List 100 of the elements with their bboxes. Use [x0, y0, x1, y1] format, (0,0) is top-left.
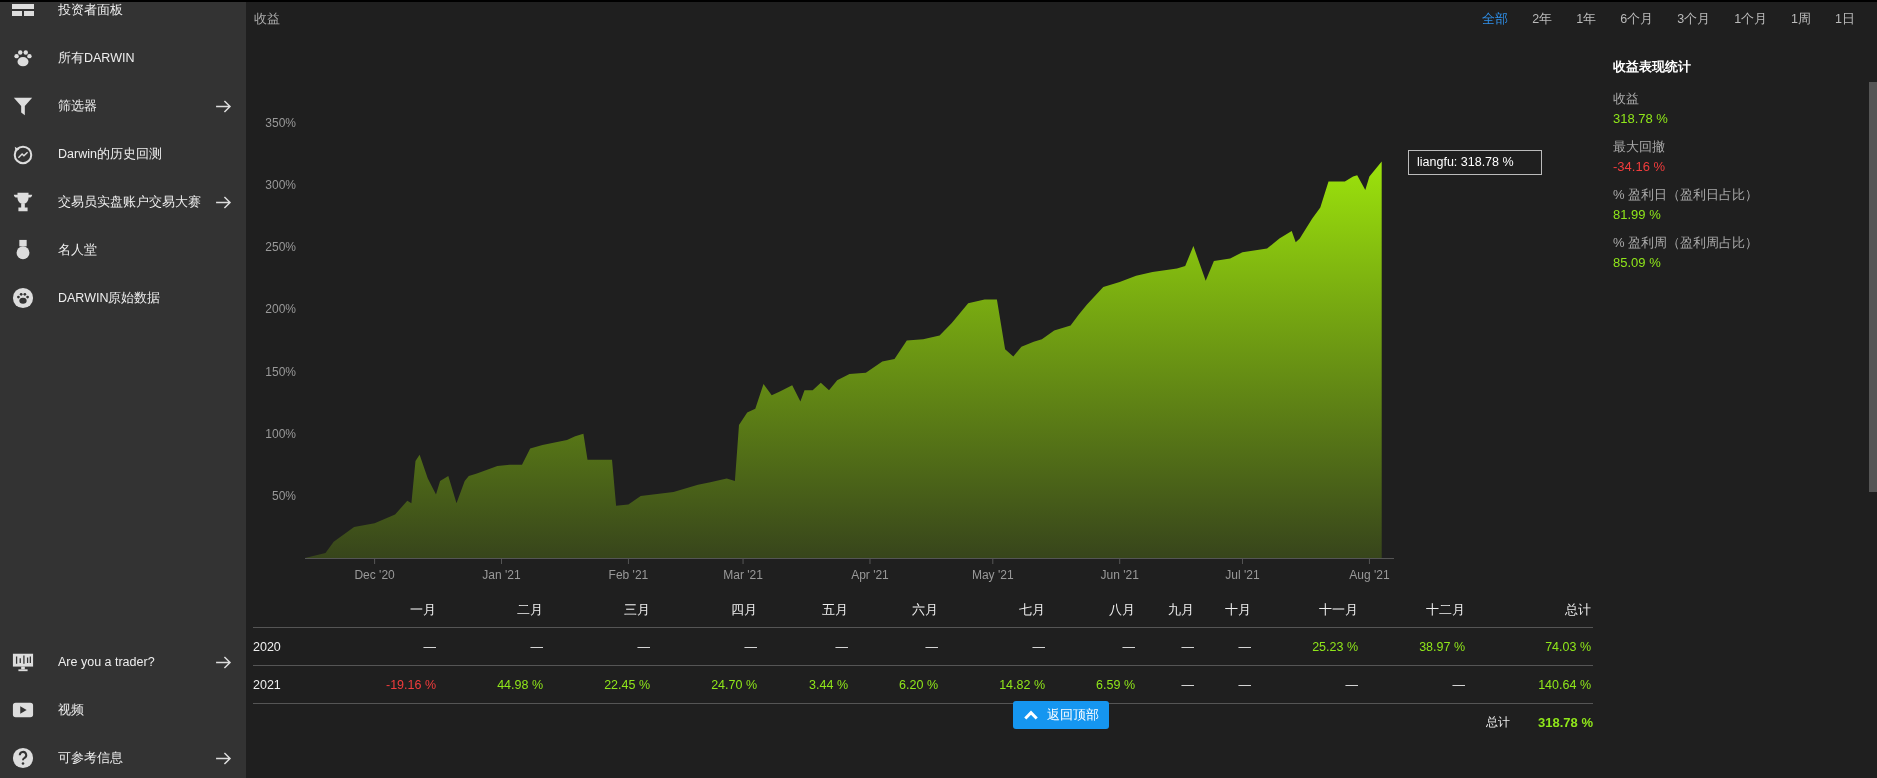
x-axis-label: May '21: [971, 568, 1014, 582]
period-tab[interactable]: 1年: [1566, 8, 1607, 30]
scrollbar[interactable]: [1869, 82, 1877, 492]
table-cell-text: —: [924, 639, 938, 654]
filter-icon: [12, 95, 34, 117]
sidebar-item-label: 名人堂: [58, 241, 98, 259]
table-cell-text: 3.44 %: [808, 677, 848, 692]
help-icon: [12, 747, 34, 769]
column-header: 总计: [1564, 601, 1591, 619]
sidebar-item-label: 视频: [58, 701, 85, 719]
year-cell-text: 2021: [253, 677, 282, 692]
sidebar-item-label: 交易员实盘账户交易大赛: [58, 193, 202, 211]
column-header: 十二月: [1425, 601, 1465, 619]
total-value: 318.78 %: [1538, 714, 1593, 730]
y-axis-label: 300%: [265, 178, 296, 193]
table-cell-text: 38.97 %: [1418, 639, 1465, 654]
chevron-up-icon: [1023, 709, 1039, 721]
sidebar-item-label: 所有DARWIN: [58, 49, 136, 67]
x-axis-label: Feb '21: [608, 568, 649, 582]
table-cell-text: —: [743, 639, 757, 654]
sidebar-item[interactable]: 投资者面板: [0, 2, 246, 34]
table-cell-text: —: [1180, 639, 1194, 654]
table-cell-text: 6.59 %: [1095, 677, 1135, 692]
x-axis-label: Apr '21: [851, 568, 889, 582]
x-axis-label: Jan '21: [482, 568, 521, 582]
y-axis-label: 200%: [265, 302, 296, 317]
sidebar-item-label: Are you a trader?: [58, 655, 156, 669]
x-axis-label: Jul '21: [1225, 568, 1260, 582]
table-cell-text: —: [834, 639, 848, 654]
column-header: 二月: [516, 601, 543, 619]
column-header: 五月: [821, 601, 848, 619]
column-header: 十月: [1224, 601, 1251, 619]
sidebar-item[interactable]: 名人堂: [0, 226, 246, 274]
sidebar-item-label: 投资者面板: [58, 2, 124, 19]
stats-title: 收益表现统计: [1613, 58, 1692, 76]
sidebar-item-label: Darwin的历史回测: [58, 145, 163, 163]
period-tab[interactable]: 1日: [1825, 8, 1865, 30]
column-header: 九月: [1167, 601, 1194, 619]
column-header: 七月: [1018, 601, 1045, 619]
total-label: 总计: [1486, 713, 1511, 731]
table-cell-text: 6.20 %: [898, 677, 938, 692]
sidebar-item[interactable]: 所有DARWIN: [0, 34, 246, 82]
table-cell-text: 14.82 %: [998, 677, 1045, 692]
year-cell-text: 2020: [253, 639, 282, 654]
table-cell-text: —: [1031, 639, 1045, 654]
sidebar-item[interactable]: 可参考信息: [0, 734, 246, 778]
x-axis-label: Jun '21: [1100, 568, 1139, 582]
sidebar-item[interactable]: 交易员实盘账户交易大赛: [0, 178, 246, 226]
table-cell-text: 25.23 %: [1311, 639, 1358, 654]
period-tab[interactable]: 1周: [1781, 8, 1822, 30]
chart-tooltip: liangfu: 318.78 %: [1408, 150, 1542, 175]
stat-value: -34.16 %: [1613, 159, 1667, 174]
table-cell-text: 22.45 %: [603, 677, 650, 692]
sidebar-item-label: 可参考信息: [58, 749, 124, 767]
y-axis-label: 250%: [265, 240, 296, 255]
period-tab[interactable]: 6个月: [1610, 8, 1664, 30]
sidebar-item[interactable]: Are you a trader?: [0, 638, 246, 686]
table-cell-text: —: [422, 639, 436, 654]
dashboard-icon: [12, 4, 34, 16]
stat-label: 最大回撤: [1613, 138, 1666, 156]
column-header: 三月: [623, 601, 650, 619]
sidebar-item-label: DARWIN原始数据: [58, 289, 162, 307]
table-cell-text: 24.70 %: [710, 677, 757, 692]
stat-label: % 盈利周（盈利周占比）: [1613, 234, 1760, 252]
column-header: 四月: [730, 601, 757, 619]
stat-label: 收益: [1613, 90, 1640, 108]
stat-value: 81.99 %: [1613, 207, 1662, 222]
paw-icon: [12, 47, 34, 69]
stat-label: % 盈利日（盈利日占比）: [1613, 186, 1760, 204]
sidebar-item[interactable]: Darwin的历史回测: [0, 130, 246, 178]
period-tab[interactable]: 1个月: [1724, 8, 1778, 30]
table-cell-text: —: [1180, 677, 1194, 692]
monitor-chart-icon: [12, 651, 34, 673]
sidebar-item[interactable]: DARWIN原始数据: [0, 274, 246, 322]
table-cell-text: —: [529, 639, 543, 654]
table-cell-text: 44.98 %: [496, 677, 543, 692]
y-axis-label: 150%: [265, 364, 296, 379]
period-tab[interactable]: 2年: [1522, 8, 1563, 30]
table-cell-text: —: [636, 639, 650, 654]
table-cell-text: —: [1237, 677, 1251, 692]
sidebar-item[interactable]: 筛选器: [0, 82, 246, 130]
sidebar-item-label: 筛选器: [58, 97, 98, 115]
y-axis-label: 100%: [265, 426, 296, 441]
trophy-icon: [12, 191, 34, 213]
chart-title: 收益: [254, 10, 280, 28]
period-tab[interactable]: 3个月: [1667, 8, 1721, 30]
stat-value: 85.09 %: [1613, 255, 1662, 270]
stat-value: 318.78 %: [1613, 111, 1669, 126]
column-header: 十一月: [1318, 601, 1358, 619]
table-cell-text: 74.03 %: [1544, 639, 1591, 654]
y-axis-label: 350%: [265, 115, 296, 130]
table-cell-text: 140.64 %: [1537, 677, 1591, 692]
table-cell-text: —: [1344, 677, 1358, 692]
sidebar-item[interactable]: 视频: [0, 686, 246, 734]
x-axis-label: Dec '20: [354, 568, 395, 582]
table-cell-text: —: [1121, 639, 1135, 654]
period-tab[interactable]: 全部: [1472, 8, 1519, 30]
table-cell-text: —: [1451, 677, 1465, 692]
x-axis-label: Mar '21: [723, 568, 763, 582]
x-axis-label: Aug '21: [1349, 568, 1390, 582]
